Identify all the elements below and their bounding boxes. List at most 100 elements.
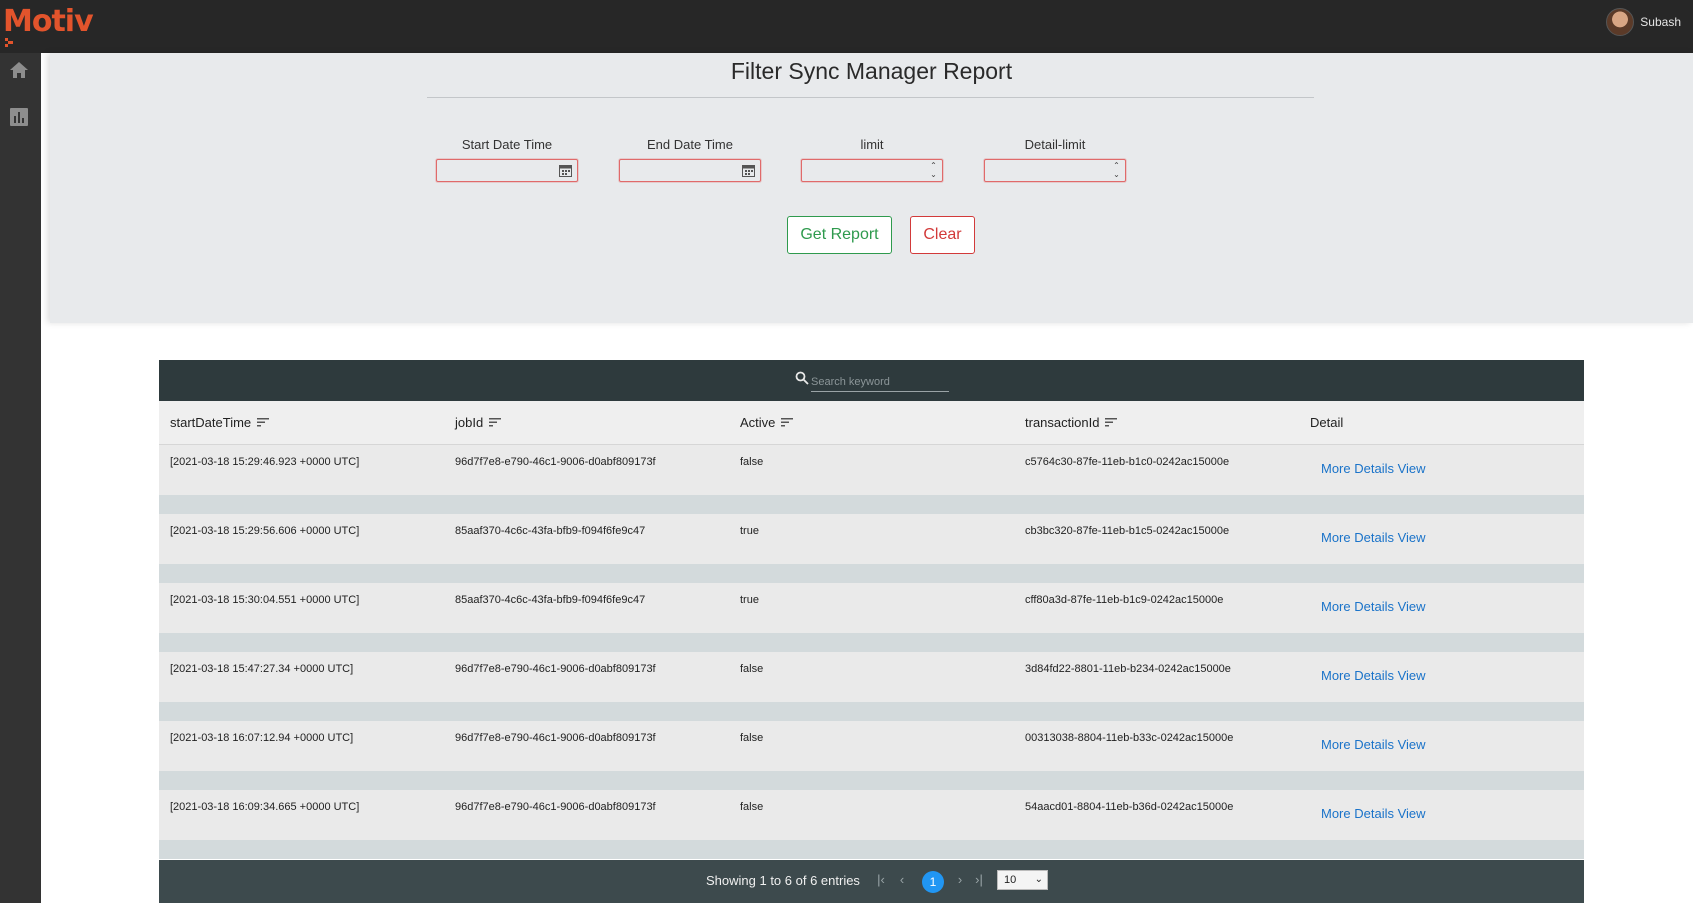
table-header: startDateTime jobId Active transactionId…: [159, 401, 1584, 445]
detail-limit-label: Detail-limit: [1024, 137, 1086, 152]
end-date-field: End Date Time: [619, 137, 761, 182]
cell-job-id: 96d7f7e8-e790-46c1-9006-d0abf809173f: [455, 663, 656, 675]
row-divider: [159, 633, 1584, 652]
more-details-link[interactable]: More Details View: [1321, 737, 1426, 752]
page-size-select[interactable]: 10 ⌄: [997, 870, 1048, 890]
cell-transaction-id: 54aacd01-8804-11eb-b36d-0242ac15000e: [1025, 801, 1234, 813]
sort-icon[interactable]: [257, 418, 270, 427]
table-body: [2021-03-18 15:29:46.923 +0000 UTC] 96d7…: [159, 445, 1584, 859]
top-navbar: Motiv Subash: [0, 0, 1693, 53]
cell-transaction-id: 00313038-8804-11eb-b33c-0242ac15000e: [1025, 732, 1234, 744]
cell-transaction-id: cb3bc320-87fe-11eb-b1c5-0242ac15000e: [1025, 525, 1230, 537]
row-divider: [159, 702, 1584, 721]
column-label: jobId: [455, 415, 484, 430]
more-details-link[interactable]: More Details View: [1321, 668, 1426, 683]
sort-icon[interactable]: [489, 418, 502, 427]
sort-icon[interactable]: [1105, 418, 1118, 427]
cell-active: false: [740, 732, 764, 744]
column-label: transactionId: [1025, 415, 1100, 430]
cell-start-date: [2021-03-18 15:29:46.923 +0000 UTC]: [170, 456, 360, 468]
cell-start-date: [2021-03-18 15:29:56.606 +0000 UTC]: [170, 525, 360, 537]
cell-start-date: [2021-03-18 16:07:12.94 +0000 UTC]: [170, 732, 354, 744]
column-label: Detail: [1310, 415, 1344, 430]
cell-transaction-id: c5764c30-87fe-11eb-b1c0-0242ac15000e: [1025, 456, 1230, 468]
table-row: [2021-03-18 15:29:46.923 +0000 UTC] 96d7…: [159, 445, 1584, 495]
detail-limit-input[interactable]: ⌃ ⌄: [984, 159, 1126, 182]
get-report-button[interactable]: Get Report: [787, 216, 892, 254]
column-header-active[interactable]: Active: [740, 401, 794, 445]
calendar-icon[interactable]: [559, 164, 572, 177]
table-search-bar: [159, 360, 1584, 401]
user-menu[interactable]: Subash: [1606, 8, 1681, 36]
number-spinner[interactable]: ⌃ ⌄: [929, 161, 938, 180]
end-date-input[interactable]: [619, 159, 761, 182]
last-page-icon[interactable]: ›|: [971, 872, 987, 887]
cell-start-date: [2021-03-18 15:30:04.551 +0000 UTC]: [170, 594, 360, 606]
sort-icon[interactable]: [781, 418, 794, 427]
column-header-startdatetime[interactable]: startDateTime: [170, 401, 270, 445]
column-header-transactionid[interactable]: transactionId: [1025, 401, 1118, 445]
motiv-logo[interactable]: Motiv: [3, 4, 94, 48]
cell-job-id: 96d7f7e8-e790-46c1-9006-d0abf809173f: [455, 801, 656, 813]
table-row: [2021-03-18 15:29:56.606 +0000 UTC] 85aa…: [159, 514, 1584, 564]
page-size-value: 10: [1004, 874, 1017, 886]
start-date-label: Start Date Time: [461, 137, 553, 152]
logo-mark-icon: [5, 38, 13, 47]
avatar[interactable]: [1606, 8, 1635, 36]
more-details-link[interactable]: More Details View: [1321, 461, 1426, 476]
more-details-link[interactable]: More Details View: [1321, 806, 1426, 821]
filter-panel: Filter Sync Manager Report Start Date Ti…: [50, 53, 1693, 323]
row-divider: [159, 495, 1584, 514]
cell-job-id: 96d7f7e8-e790-46c1-9006-d0abf809173f: [455, 456, 656, 468]
page-title: Filter Sync Manager Report: [730, 58, 1013, 84]
cell-job-id: 85aaf370-4c6c-43fa-bfb9-f094f6fe9c47: [455, 594, 646, 606]
cell-job-id: 96d7f7e8-e790-46c1-9006-d0abf809173f: [455, 732, 656, 744]
clear-button[interactable]: Clear: [910, 216, 975, 254]
column-label: Active: [740, 415, 776, 430]
row-divider: [159, 771, 1584, 790]
sidebar: [0, 53, 41, 903]
search-input[interactable]: [811, 372, 949, 392]
cell-active: false: [740, 456, 764, 468]
detail-limit-field: Detail-limit ⌃ ⌄: [984, 137, 1126, 182]
cell-active: false: [740, 663, 764, 675]
column-label: startDateTime: [170, 415, 252, 430]
more-details-link[interactable]: More Details View: [1321, 530, 1426, 545]
limit-label: limit: [860, 137, 884, 152]
first-page-icon[interactable]: |‹: [873, 872, 889, 887]
user-name[interactable]: Subash: [1640, 15, 1681, 29]
row-divider: [159, 840, 1584, 859]
report-table: startDateTime jobId Active transactionId…: [159, 360, 1584, 903]
column-header-jobid[interactable]: jobId: [455, 401, 502, 445]
start-date-field: Start Date Time: [436, 137, 578, 182]
search-icon: [795, 371, 809, 385]
title-divider: [427, 97, 1314, 98]
bar-chart-icon[interactable]: [7, 105, 31, 129]
pagination-bar: Showing 1 to 6 of 6 entries |‹ ‹ 1 › ›| …: [159, 860, 1584, 903]
home-icon[interactable]: [7, 58, 31, 82]
table-row: [2021-03-18 15:30:04.551 +0000 UTC] 85aa…: [159, 583, 1584, 633]
limit-field: limit ⌃ ⌄: [801, 137, 943, 182]
chevron-down-icon: ⌄: [1034, 874, 1043, 885]
table-row: [2021-03-18 16:09:34.665 +0000 UTC] 96d7…: [159, 790, 1584, 840]
column-header-detail: Detail: [1310, 401, 1343, 445]
cell-job-id: 85aaf370-4c6c-43fa-bfb9-f094f6fe9c47: [455, 525, 646, 537]
cell-start-date: [2021-03-18 16:09:34.665 +0000 UTC]: [170, 801, 360, 813]
start-date-input[interactable]: [436, 159, 578, 182]
table-row: [2021-03-18 15:47:27.34 +0000 UTC] 96d7f…: [159, 652, 1584, 702]
cell-active: true: [740, 594, 759, 606]
number-spinner[interactable]: ⌃ ⌄: [1112, 161, 1121, 180]
page-number-button[interactable]: 1: [922, 871, 944, 893]
cell-active: false: [740, 801, 764, 813]
pagination-info: Showing 1 to 6 of 6 entries: [706, 873, 860, 888]
cell-start-date: [2021-03-18 15:47:27.34 +0000 UTC]: [170, 663, 354, 675]
cell-transaction-id: cff80a3d-87fe-11eb-b1c9-0242ac15000e: [1025, 594, 1224, 606]
calendar-icon[interactable]: [742, 164, 755, 177]
more-details-link[interactable]: More Details View: [1321, 599, 1426, 614]
end-date-label: End Date Time: [647, 137, 733, 152]
limit-input[interactable]: ⌃ ⌄: [801, 159, 943, 182]
table-row: [2021-03-18 16:07:12.94 +0000 UTC] 96d7f…: [159, 721, 1584, 771]
cell-active: true: [740, 525, 759, 537]
next-page-icon[interactable]: ›: [952, 872, 968, 887]
prev-page-icon[interactable]: ‹: [894, 872, 910, 887]
